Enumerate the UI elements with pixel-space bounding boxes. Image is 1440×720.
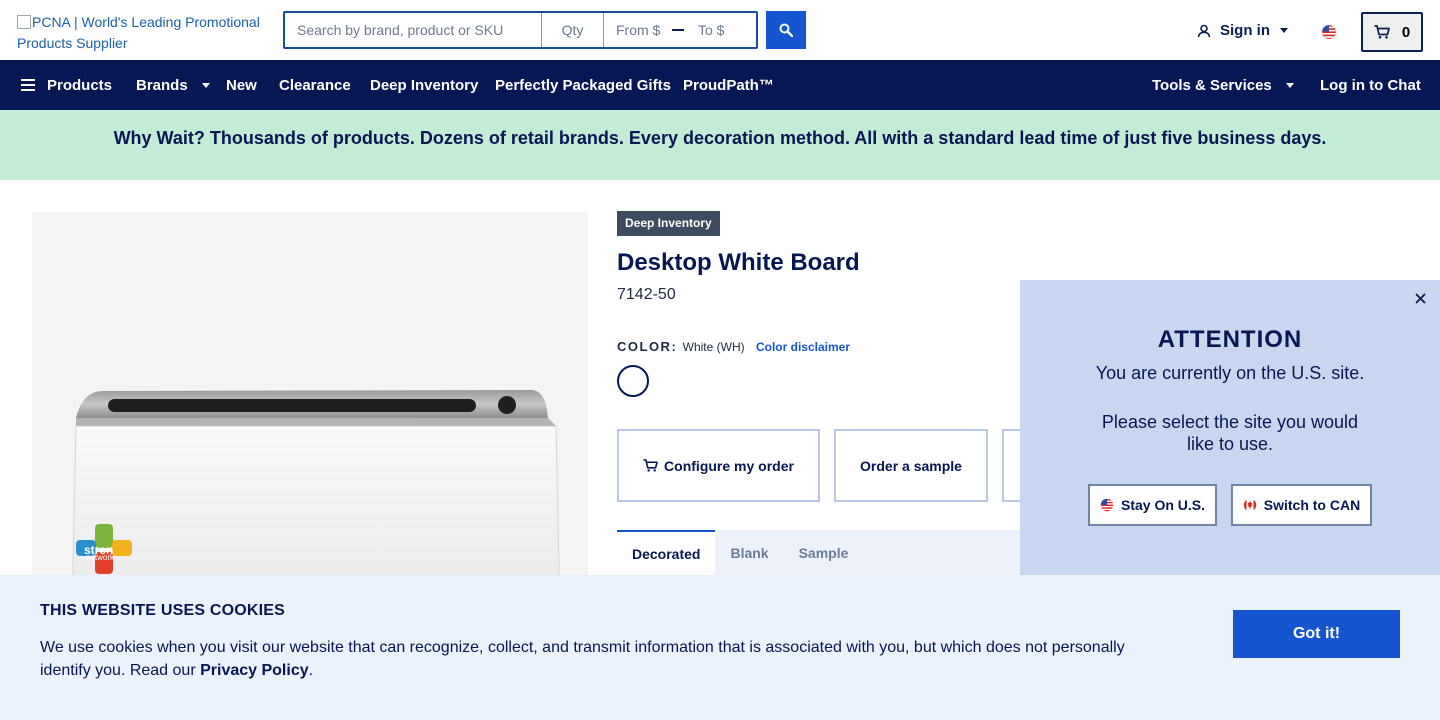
modal-title: ATTENTION <box>1157 326 1303 353</box>
nav-deep-inventory[interactable]: Deep Inventory <box>370 60 478 110</box>
search-input[interactable] <box>285 13 542 47</box>
site-selector-modal: ATTENTION You are currently on the U.S. … <box>1020 280 1440 578</box>
color-row: COLOR: White (WH) Color disclaimer <box>617 339 850 354</box>
hamburger-icon <box>21 79 35 91</box>
price-to-input[interactable] <box>698 22 750 38</box>
broken-image-icon <box>17 15 31 29</box>
nav-tools-services[interactable]: Tools & Services <box>1152 60 1294 110</box>
svg-text:network: network <box>86 553 115 562</box>
modal-prompt-1: Please select the site you would <box>1101 412 1359 432</box>
cookie-title: THIS WEBSITE USES COOKIES <box>40 602 286 619</box>
nav-proudpath[interactable]: ProudPath™ <box>683 60 774 110</box>
nav-perfectly-packaged[interactable]: Perfectly Packaged Gifts <box>495 60 671 110</box>
cookie-banner: THIS WEBSITE USES COOKIES We use cookies… <box>0 575 1440 720</box>
color-value: White (WH) <box>682 340 745 354</box>
nav-chat-login[interactable]: Log in to Chat <box>1320 60 1421 110</box>
search-icon <box>779 23 793 37</box>
chevron-down-icon <box>1280 28 1288 33</box>
order-sample-button[interactable]: Order a sample <box>834 429 988 502</box>
color-label: COLOR: <box>617 339 678 354</box>
nav-products-label: Products <box>47 76 113 94</box>
whiteboard-image: stren network <box>71 390 561 612</box>
nav-new[interactable]: New <box>226 60 257 110</box>
product-title: Desktop White Board <box>617 249 860 276</box>
cookie-body-end: . <box>308 662 314 679</box>
cart-icon <box>1374 25 1390 39</box>
modal-current-site: You are currently on the U.S. site. <box>1095 363 1365 383</box>
price-range <box>604 13 756 47</box>
configure-order-label: Configure my order <box>664 457 794 474</box>
nav-brands[interactable]: Brands <box>136 60 210 110</box>
cart-button[interactable]: 0 <box>1361 12 1423 52</box>
tab-blank[interactable]: Blank <box>715 530 783 576</box>
chevron-down-icon <box>201 82 210 88</box>
switch-can-label: Switch to CAN <box>1263 497 1361 513</box>
sign-in-menu[interactable]: Sign in <box>1197 22 1288 39</box>
price-from-input[interactable] <box>616 22 668 38</box>
cart-icon <box>643 459 658 472</box>
logo-alt-text: PCNA | World's Leading Promotional Produ… <box>17 14 260 51</box>
promo-text: Why Wait? Thousands of products. Dozens … <box>113 127 1327 148</box>
top-header: PCNA | World's Leading Promotional Produ… <box>0 0 1440 60</box>
user-icon <box>1197 24 1211 37</box>
product-sku: 7142-50 <box>617 286 676 303</box>
cookie-text: We use cookies when you visit our websit… <box>40 636 1150 682</box>
tab-sample[interactable]: Sample <box>784 530 864 576</box>
nav-brands-label: Brands <box>136 76 188 94</box>
nav-tools-label: Tools & Services <box>1152 76 1272 94</box>
promo-banner: Why Wait? Thousands of products. Dozens … <box>0 110 1440 180</box>
product-image[interactable]: stren network <box>32 212 588 612</box>
accept-cookies-button[interactable]: Got it! <box>1233 610 1400 658</box>
close-button[interactable] <box>1410 288 1430 308</box>
nav-clearance[interactable]: Clearance <box>279 60 351 110</box>
order-type-tabs: Decorated Blank Sample <box>617 530 1037 576</box>
tab-decorated[interactable]: Decorated <box>617 530 716 576</box>
sign-in-label: Sign in <box>1220 22 1270 39</box>
color-swatch-white[interactable] <box>617 365 649 397</box>
color-disclaimer-link[interactable]: Color disclaimer <box>756 340 850 354</box>
order-sample-label: Order a sample <box>860 457 962 474</box>
stay-us-button[interactable]: Stay On U.S. <box>1088 484 1217 526</box>
switch-can-button[interactable]: Switch to CAN <box>1231 484 1372 526</box>
close-icon <box>1414 292 1426 304</box>
stay-us-label: Stay On U.S. <box>1120 497 1206 513</box>
deep-inventory-badge: Deep Inventory <box>617 211 720 236</box>
search-button[interactable] <box>766 11 806 49</box>
chevron-down-icon <box>1285 82 1294 88</box>
range-dash <box>672 29 684 31</box>
cart-count: 0 <box>1401 23 1411 41</box>
canada-flag-icon <box>1243 498 1256 512</box>
privacy-policy-link[interactable]: Privacy Policy <box>200 662 309 679</box>
qty-input[interactable] <box>542 13 604 47</box>
us-flag-icon <box>1100 498 1114 512</box>
configure-order-button[interactable]: Configure my order <box>617 429 820 502</box>
nav-products[interactable]: Products <box>21 60 112 110</box>
us-flag-icon <box>1321 24 1337 40</box>
modal-prompt-2: like to use. <box>1186 434 1274 454</box>
region-selector[interactable] <box>1320 23 1338 41</box>
site-logo[interactable]: PCNA | World's Leading Promotional Produ… <box>17 12 267 54</box>
main-nav: Products Brands New Clearance Deep Inven… <box>0 60 1440 110</box>
search-group <box>283 11 758 49</box>
